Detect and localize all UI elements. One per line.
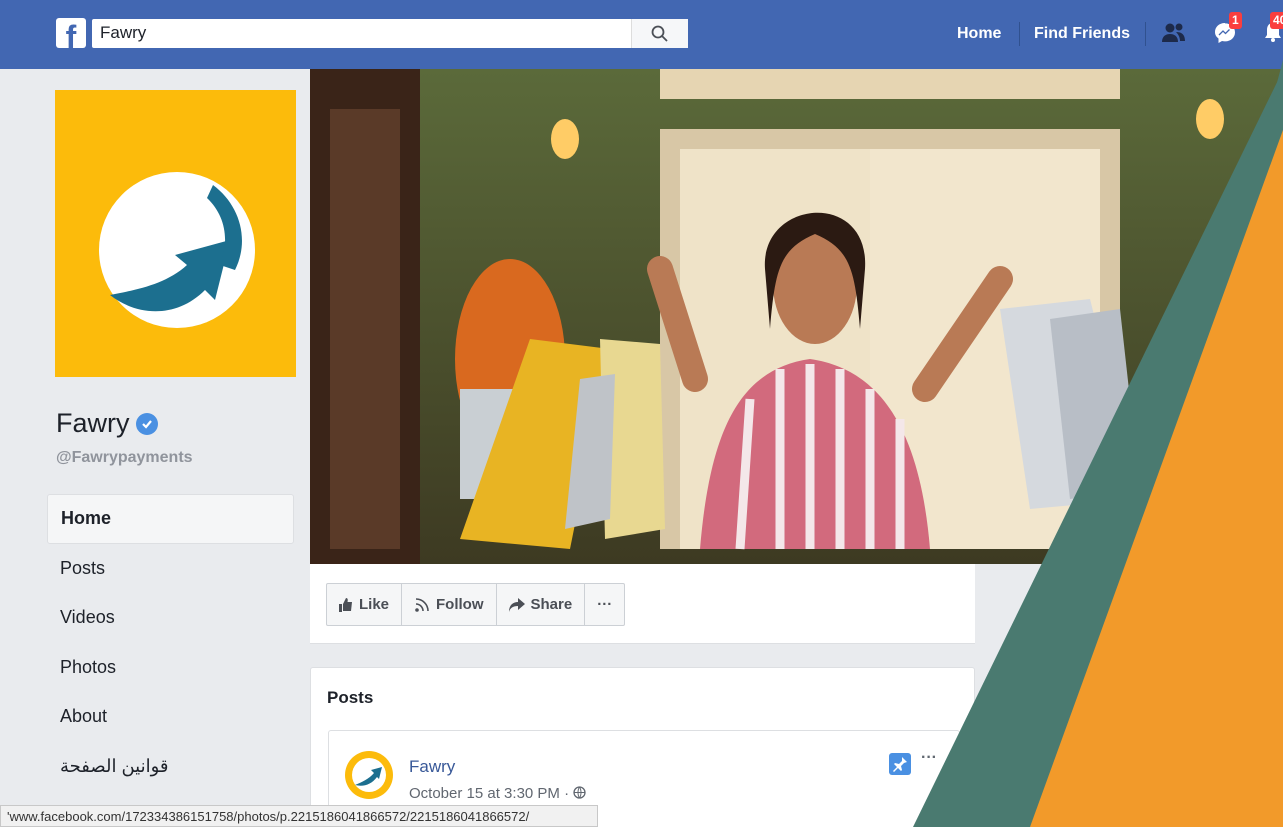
page-title: Fawry — [56, 408, 158, 439]
verified-badge-icon — [135, 412, 158, 435]
menu-item-home[interactable]: Home — [47, 494, 294, 544]
menu-item-videos[interactable]: Videos — [47, 593, 294, 643]
post-timestamp[interactable]: October 15 at 3:30 PM · — [409, 785, 586, 802]
share-arrow-icon — [508, 597, 525, 612]
globe-icon — [573, 786, 586, 799]
menu-item-photos[interactable]: Photos — [47, 643, 294, 693]
rss-follow-icon — [415, 597, 429, 612]
page-action-bar: Like Follow Share ··· — [310, 564, 975, 644]
post-options-button[interactable]: ··· — [921, 749, 937, 767]
profile-picture[interactable] — [55, 90, 296, 377]
pin-icon — [889, 753, 911, 775]
fawry-logo-icon — [352, 758, 386, 792]
post-author-link[interactable]: Fawry — [409, 757, 455, 777]
nav-home-link[interactable]: Home — [957, 25, 1001, 43]
messages-badge: 1 — [1229, 12, 1242, 29]
posts-heading: Posts — [327, 688, 374, 707]
menu-item-posts[interactable]: Posts — [47, 544, 294, 594]
page-actions-group: Like Follow Share ··· — [326, 583, 626, 626]
browser-status-url: 'www.facebook.com/172334386151758/photos… — [0, 805, 598, 827]
page-menu: Home Posts Videos Photos About قوانين ال… — [47, 494, 294, 791]
page-handle: @Fawrypayments — [56, 449, 193, 466]
search-input[interactable]: Fawry — [92, 19, 688, 48]
nav-find-friends-link[interactable]: Find Friends — [1034, 25, 1130, 43]
friend-requests-icon[interactable] — [1159, 18, 1189, 48]
facebook-logo-icon[interactable]: f — [56, 18, 86, 48]
fawry-logo-icon — [99, 172, 255, 328]
search-icon — [651, 25, 668, 42]
posts-section: Posts Fawry October 15 at 3:30 PM · ··· — [310, 667, 975, 827]
follow-button[interactable]: Follow — [402, 584, 497, 625]
menu-item-about[interactable]: About — [47, 692, 294, 742]
share-button[interactable]: Share — [497, 584, 586, 625]
avatar[interactable] — [345, 751, 393, 799]
cover-photo[interactable] — [310, 69, 1283, 564]
menu-item-page-rules[interactable]: قوانين الصفحة — [47, 742, 294, 792]
nav-divider — [1145, 22, 1146, 46]
more-actions-button[interactable]: ··· — [585, 584, 624, 625]
top-navigation-bar: f Fawry Home Find Friends 1 40 — [0, 0, 1283, 69]
like-button[interactable]: Like — [327, 584, 403, 625]
thumbs-up-icon — [339, 597, 352, 612]
notifications-badge: 40 — [1270, 12, 1283, 29]
search-button[interactable] — [631, 19, 688, 48]
nav-divider — [1019, 22, 1020, 46]
